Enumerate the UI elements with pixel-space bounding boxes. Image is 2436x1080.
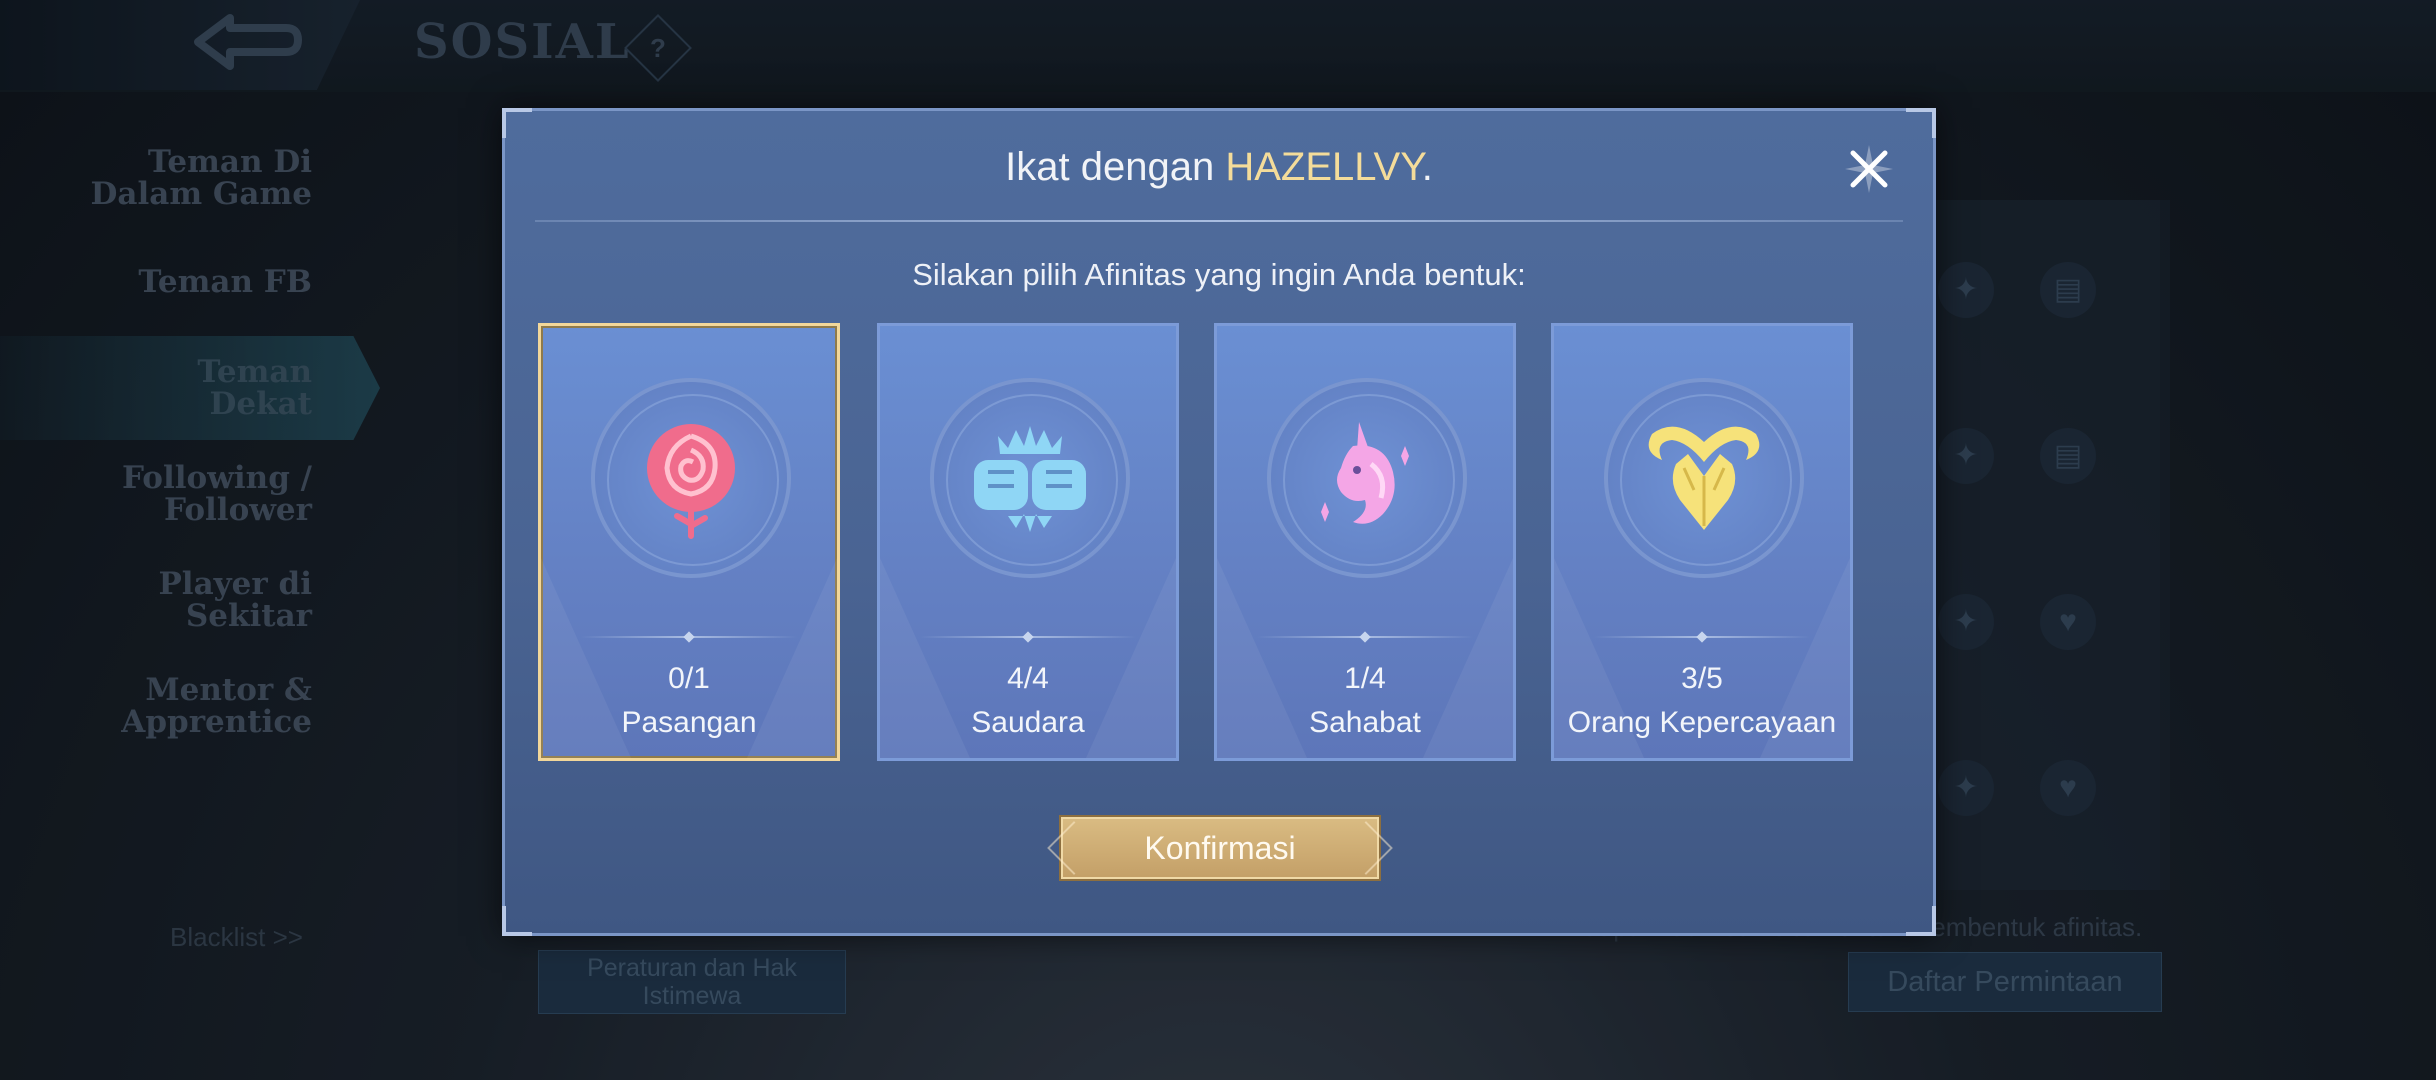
affinity-label: Pasangan [621,706,757,739]
frame-corner [1906,906,1936,936]
rose-icon [647,424,735,539]
affinity-dialog: Ikat dengan HAZELLVY. Silakan pilih Afin… [502,108,1936,936]
title-divider [535,220,1903,222]
affinity-card-saudara[interactable]: 4/4 Saudara [877,323,1179,761]
fist-bump-icon [974,426,1086,532]
friend-name: HAZELLVY [1225,145,1422,189]
frame-corner [1906,108,1936,138]
clasped-hands-icon [1648,426,1760,530]
affinity-count: 4/4 [1007,662,1049,695]
affinity-card-sahabat[interactable]: 1/4 Sahabat [1214,323,1516,761]
emblem-frame [1604,378,1804,578]
emblem-frame [591,378,791,578]
frame-corner [502,906,532,936]
affinity-label: Sahabat [1309,706,1421,739]
affinity-label: Saudara [971,706,1085,739]
dialog-title: Ikat dengan HAZELLVY. [1005,145,1433,189]
affinity-card-pasangan[interactable]: 0/1 Pasangan [538,323,840,761]
affinity-count: 3/5 [1681,662,1723,695]
affinity-count: 0/1 [668,662,710,695]
unicorn-icon [1321,422,1409,524]
confirm-button[interactable]: Konfirmasi [1047,817,1393,879]
frame-corner [502,108,532,138]
close-icon[interactable] [1841,141,1897,197]
emblem-frame [930,378,1130,578]
emblem-frame [1267,378,1467,578]
affinity-card-orang-kepercayaan[interactable]: 3/5 Orang Kepercayaan [1551,323,1853,761]
dialog-subtitle: Silakan pilih Afinitas yang ingin Anda b… [912,257,1526,292]
affinity-count: 1/4 [1344,662,1386,695]
affinity-label: Orang Kepercayaan [1567,706,1837,739]
